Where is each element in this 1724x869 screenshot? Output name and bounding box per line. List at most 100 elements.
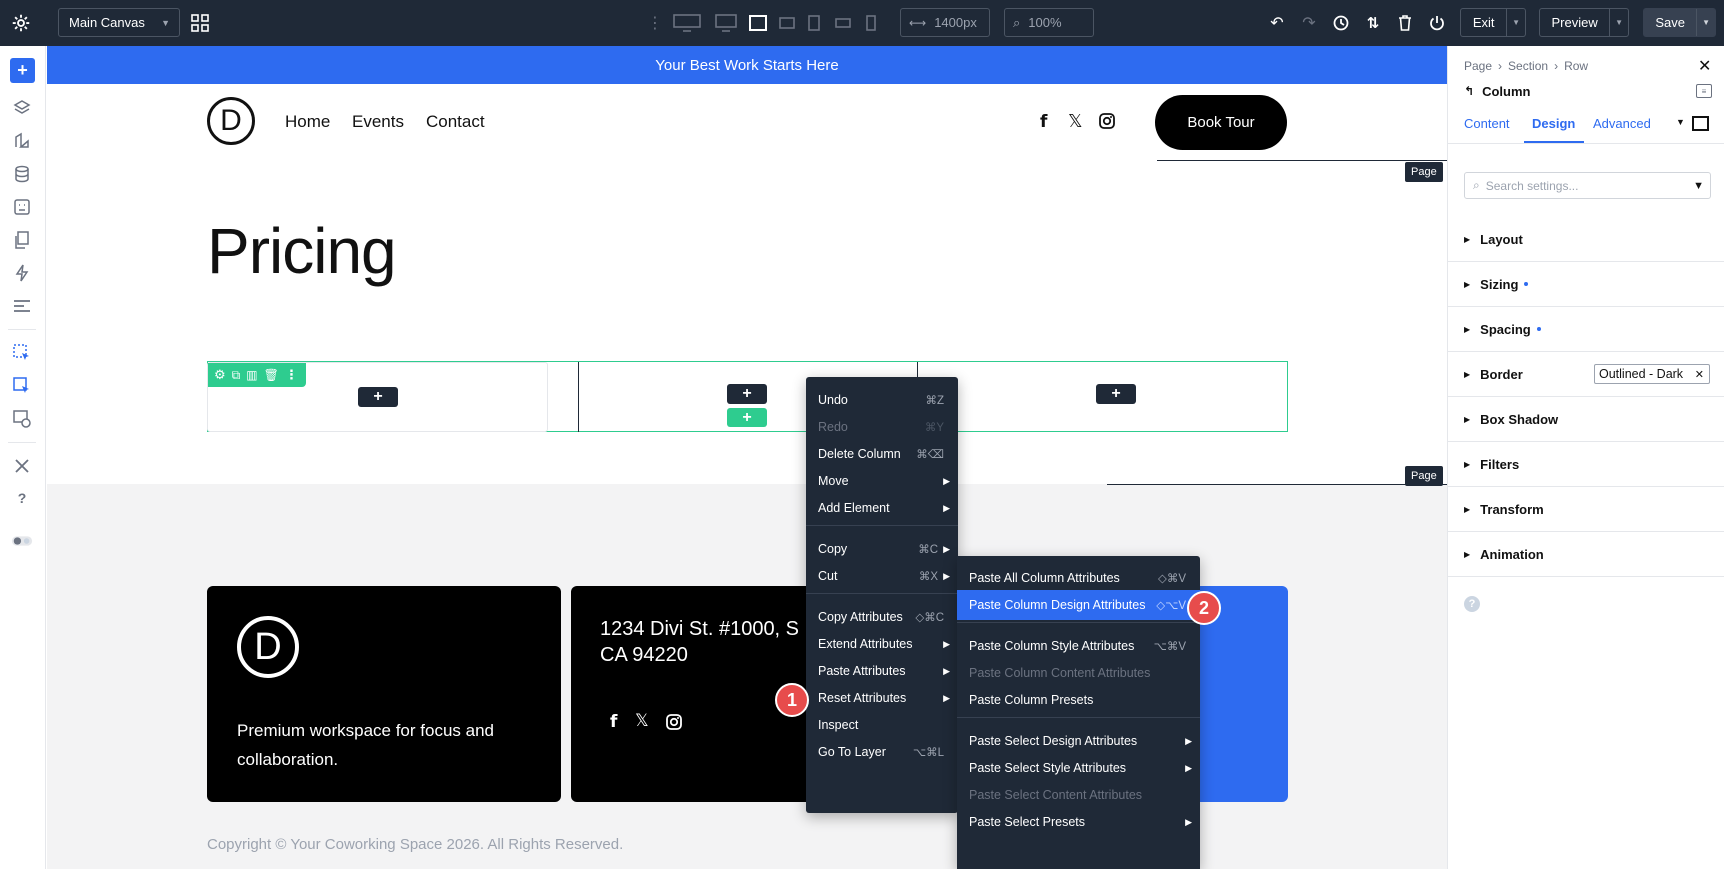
- database-icon[interactable]: [11, 163, 33, 185]
- select-cursor-icon[interactable]: [11, 342, 33, 364]
- settings-group-layout[interactable]: ▶ Layout: [1448, 217, 1724, 262]
- desktop-icon[interactable]: [714, 13, 738, 33]
- context-menu-item[interactable]: Delete Column ⌘⌫: [806, 439, 958, 469]
- tablet-landscape-icon[interactable]: [778, 13, 796, 33]
- instagram-icon[interactable]: [1099, 113, 1115, 134]
- footer-instagram-icon[interactable]: [666, 714, 682, 735]
- lightning-icon[interactable]: [11, 262, 33, 284]
- tab-advanced[interactable]: Advanced: [1593, 116, 1651, 131]
- context-menu-item[interactable]: Add Element ▶: [806, 493, 958, 523]
- submenu-item[interactable]: Paste Select Design Attributes ▶: [957, 726, 1200, 756]
- add-plus-icon[interactable]: +: [10, 58, 35, 83]
- panel-help-icon[interactable]: ?: [1464, 596, 1480, 612]
- submenu-item[interactable]: Paste Column Style Attributes ⌥⌘V: [957, 631, 1200, 661]
- pages-icon[interactable]: [11, 229, 33, 251]
- sort-icon[interactable]: ⇅: [1363, 12, 1383, 34]
- list-settings-icon[interactable]: [11, 295, 33, 317]
- width-field[interactable]: ⟷ 1400px: [900, 8, 990, 37]
- settings-gear-icon[interactable]: [10, 12, 32, 34]
- submenu-item[interactable]: Paste Select Presets ▶: [957, 807, 1200, 837]
- panel-options-icon[interactable]: ≡: [1696, 84, 1712, 98]
- context-menu-item[interactable]: Go To Layer ⌥⌘L: [806, 737, 958, 767]
- filter-icon[interactable]: ▼: [1693, 180, 1704, 192]
- search-settings-input[interactable]: ⌕ Search settings... ▼: [1464, 172, 1711, 199]
- tablet-portrait-icon[interactable]: [806, 13, 822, 33]
- theme-builder-icon[interactable]: [11, 130, 33, 152]
- save-chevron-icon[interactable]: ▼: [1697, 18, 1715, 27]
- exit-button[interactable]: Exit ▼: [1460, 8, 1526, 37]
- tools-icon[interactable]: [11, 455, 33, 477]
- context-menu-item[interactable]: Undo ⌘Z: [806, 385, 958, 415]
- phone-landscape-icon[interactable]: [834, 13, 852, 33]
- settings-group-border[interactable]: ▶ Border Outlined - Dark ✕: [1448, 352, 1724, 397]
- tab-content[interactable]: Content: [1464, 116, 1510, 131]
- nav-link-events[interactable]: Events: [352, 112, 404, 132]
- column-columns-icon[interactable]: ▥: [246, 368, 257, 382]
- zoom-field[interactable]: ⌕ 100%: [1004, 8, 1094, 37]
- settings-group-transform[interactable]: ▶ Transform: [1448, 487, 1724, 532]
- footer-facebook-icon[interactable]: f: [610, 712, 617, 732]
- submenu-item[interactable]: Paste Select Style Attributes ▶: [957, 753, 1200, 783]
- submenu-item[interactable]: Paste All Column Attributes ◇⌘V: [957, 563, 1200, 593]
- context-menu-item[interactable]: Inspect: [806, 710, 958, 740]
- context-menu-item[interactable]: Copy ⌘C ▶: [806, 534, 958, 564]
- remove-preset-icon[interactable]: ✕: [1695, 368, 1704, 381]
- undo-icon[interactable]: ↶: [1267, 12, 1287, 34]
- facebook-icon[interactable]: f: [1040, 112, 1047, 132]
- column-3[interactable]: +: [947, 362, 1288, 432]
- context-menu-item[interactable]: Extend Attributes ▶: [806, 629, 958, 659]
- settings-group-animation[interactable]: ▶ Animation: [1448, 532, 1724, 577]
- context-menu-item[interactable]: Copy Attributes ◇⌘C: [806, 602, 958, 632]
- column-1[interactable]: ⚙ ⧉ ▥ 🗑 ⋮ +: [207, 362, 548, 432]
- canvas-select[interactable]: Main Canvas ▼: [58, 8, 180, 37]
- portability-icon[interactable]: [11, 196, 33, 218]
- save-button[interactable]: Save ▼: [1643, 8, 1716, 37]
- submenu-item[interactable]: Paste Select Content Attributes: [957, 780, 1200, 810]
- laptop-icon-active[interactable]: [748, 13, 768, 33]
- context-menu-item[interactable]: Paste Attributes ▶: [806, 656, 958, 686]
- dark-mode-toggle-icon[interactable]: [11, 530, 33, 552]
- add-module-plus-icon[interactable]: +: [358, 387, 398, 407]
- site-logo[interactable]: D: [207, 97, 255, 145]
- settings-group-sizing[interactable]: ▶ Sizing: [1448, 262, 1724, 307]
- view-mode-icon[interactable]: [1692, 116, 1709, 131]
- book-tour-button[interactable]: Book Tour: [1155, 95, 1287, 150]
- settings-group-filters[interactable]: ▶ Filters: [1448, 442, 1724, 487]
- add-row-plus-icon[interactable]: +: [727, 408, 767, 427]
- redo-icon[interactable]: ↷: [1299, 12, 1319, 34]
- close-panel-icon[interactable]: ✕: [1698, 56, 1711, 76]
- column-more-icon[interactable]: ⋮: [285, 367, 298, 383]
- nav-link-home[interactable]: Home: [285, 112, 330, 132]
- breadcrumb-section[interactable]: Section: [1508, 59, 1548, 73]
- trash-icon[interactable]: [1395, 12, 1415, 34]
- preview-chevron-icon[interactable]: ▼: [1610, 18, 1628, 27]
- add-module-plus-icon-3[interactable]: +: [1096, 384, 1136, 404]
- grid-view-icon[interactable]: [189, 12, 211, 34]
- tabs-more-chevron-icon[interactable]: ▼: [1676, 117, 1685, 127]
- border-preset-chip[interactable]: Outlined - Dark ✕: [1594, 364, 1710, 384]
- context-menu-item[interactable]: Move ▶: [806, 466, 958, 496]
- tab-design[interactable]: Design: [1532, 116, 1575, 131]
- history-icon[interactable]: [1331, 12, 1351, 34]
- footer-x-icon[interactable]: 𝕏: [635, 711, 649, 731]
- preview-button[interactable]: Preview ▼: [1539, 8, 1629, 37]
- settings-group-box-shadow[interactable]: ▶ Box Shadow: [1448, 397, 1724, 442]
- column-duplicate-icon[interactable]: ⧉: [232, 368, 241, 383]
- layers-icon[interactable]: [11, 97, 33, 119]
- add-module-plus-icon-2[interactable]: +: [727, 384, 767, 404]
- settings-group-spacing[interactable]: ▶ Spacing: [1448, 307, 1724, 352]
- submenu-item[interactable]: Paste Column Content Attributes: [957, 658, 1200, 688]
- power-icon[interactable]: [1427, 12, 1447, 34]
- submenu-item[interactable]: Paste Column Design Attributes ◇⌥V: [957, 590, 1200, 620]
- column-delete-trash-icon[interactable]: 🗑: [264, 368, 279, 382]
- breadcrumb-row[interactable]: Row: [1564, 59, 1588, 73]
- context-menu-item[interactable]: Reset Attributes ▶: [806, 683, 958, 713]
- submenu-item[interactable]: Paste Column Presets: [957, 685, 1200, 715]
- help-question-icon[interactable]: ?: [11, 487, 33, 509]
- responsive-layout-icon[interactable]: [11, 408, 33, 430]
- x-twitter-icon[interactable]: 𝕏: [1068, 111, 1083, 132]
- desktop-wide-icon[interactable]: [672, 13, 702, 33]
- back-arrow-icon[interactable]: ↰: [1464, 84, 1474, 99]
- context-menu-item[interactable]: Redo ⌘Y: [806, 412, 958, 442]
- nav-link-contact[interactable]: Contact: [426, 112, 485, 132]
